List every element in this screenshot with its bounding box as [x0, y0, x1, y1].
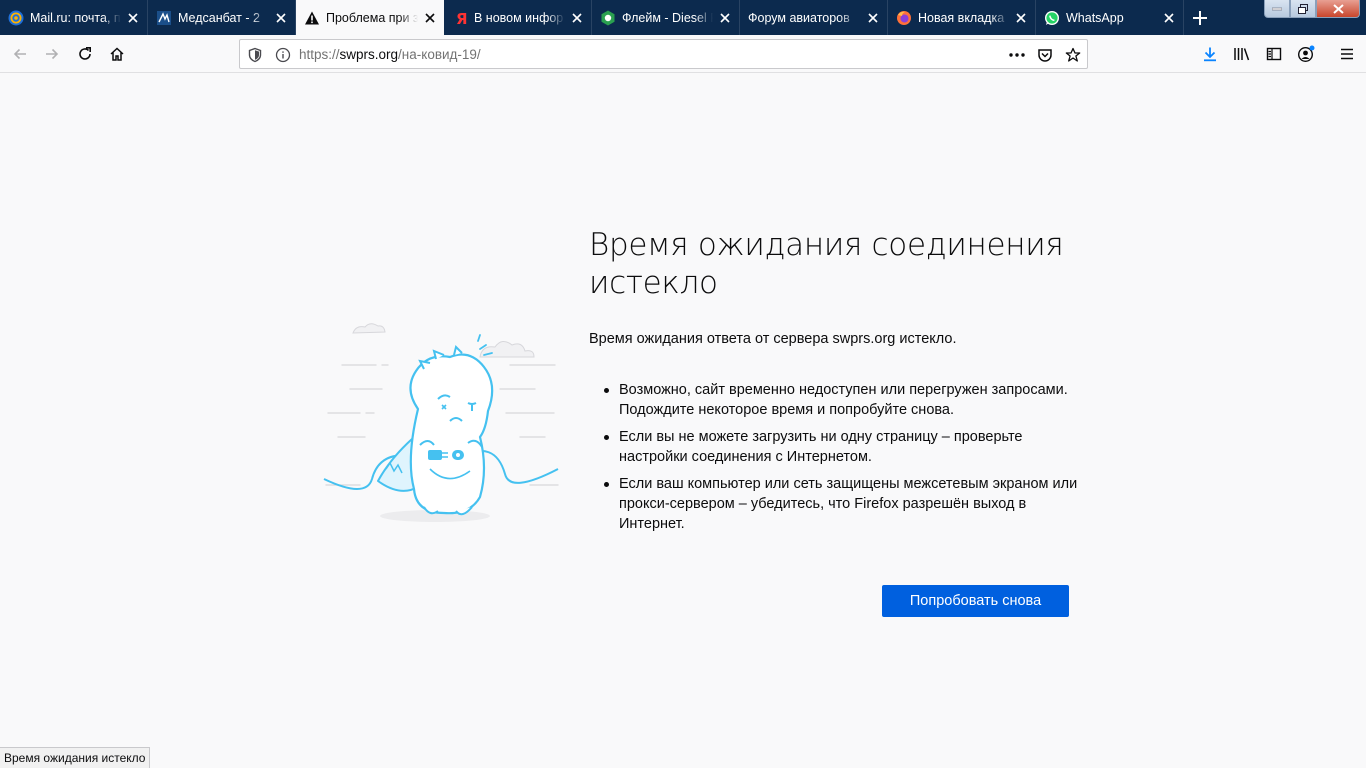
download-arrow-icon — [1204, 47, 1216, 62]
arrow-right-icon — [46, 48, 59, 60]
minimize-button[interactable] — [1264, 0, 1290, 18]
tab-medsanbat[interactable]: Медсанбат - 2 — [148, 0, 296, 35]
tab-aviators-forum[interactable]: Форум авиаторов — [740, 0, 888, 35]
tab-whatsapp[interactable]: WhatsApp — [1036, 0, 1184, 35]
close-tab-icon[interactable] — [717, 10, 733, 26]
svg-text:Я: Я — [456, 10, 468, 26]
downloads-button[interactable] — [1195, 39, 1225, 69]
tab-mailru[interactable]: Mail.ru: почта, п — [0, 0, 148, 35]
close-tab-icon[interactable] — [422, 10, 438, 26]
tab-strip: Mail.ru: почта, п Медсанбат - 2 Проблема… — [0, 0, 1366, 35]
navigation-toolbar: https://swprs.org/на-ковид-19/ — [0, 35, 1366, 73]
account-icon — [1297, 45, 1315, 63]
library-button[interactable] — [1227, 39, 1257, 69]
tab-title: WhatsApp — [1066, 10, 1124, 25]
close-tab-icon[interactable] — [1013, 10, 1029, 26]
hamburger-menu-icon — [1341, 48, 1353, 60]
reload-icon — [79, 47, 91, 60]
plus-icon — [1193, 10, 1207, 25]
forward-button[interactable] — [37, 39, 67, 69]
yandex-icon: Я — [452, 10, 468, 26]
library-icon — [1234, 48, 1250, 61]
close-tab-icon[interactable] — [273, 10, 289, 26]
maximize-button[interactable] — [1290, 0, 1316, 18]
error-title: Время ожидания соединения истекло — [589, 227, 1064, 301]
close-tab-icon[interactable] — [569, 10, 585, 26]
page-actions-icon[interactable] — [1008, 46, 1026, 64]
menu-button[interactable] — [1332, 39, 1362, 69]
tab-title: В новом инфор — [474, 10, 564, 25]
url-scheme: https:// — [299, 47, 340, 62]
tab-yandex[interactable]: Я В новом инфор — [444, 0, 592, 35]
url-path: /на-ковид-19/ — [398, 47, 481, 62]
reload-button[interactable] — [70, 39, 100, 69]
close-icon — [1332, 3, 1344, 14]
tab-title: Mail.ru: почта, п — [30, 10, 121, 25]
warning-icon — [304, 10, 320, 26]
sad-dinosaur-illustration — [323, 323, 559, 522]
url-host: swprs.org — [339, 47, 399, 62]
home-icon — [110, 47, 124, 61]
mailru-at-icon — [8, 10, 24, 26]
shield-icon[interactable] — [246, 46, 264, 64]
tab-active-error[interactable]: Проблема при з — [296, 0, 444, 35]
new-tab-button[interactable] — [1184, 0, 1216, 35]
close-tab-icon[interactable] — [125, 10, 141, 26]
list-item: Если ваш компьютер или сеть защищены меж… — [604, 474, 1084, 534]
window-controls — [1264, 0, 1360, 18]
error-suggestions-list: Возможно, сайт временно недоступен или п… — [604, 380, 1084, 541]
error-description: Время ожидания ответа от сервера swprs.o… — [589, 331, 957, 347]
error-page: Время ожидания соединения истекло Время … — [0, 74, 1366, 768]
close-tab-icon[interactable] — [1161, 10, 1177, 26]
list-item: Если вы не можете загрузить ни одну стра… — [604, 427, 1084, 467]
status-bar: Время ожидания истекло — [0, 747, 151, 768]
restore-icon — [1298, 3, 1308, 14]
diesel-icon — [600, 10, 616, 26]
arrow-left-icon — [13, 48, 26, 60]
firefox-icon — [896, 10, 912, 26]
tab-new-tab[interactable]: Новая вкладка — [888, 0, 1036, 35]
pocket-icon[interactable] — [1036, 46, 1054, 64]
account-button[interactable] — [1291, 39, 1321, 69]
list-item: Возможно, сайт временно недоступен или п… — [604, 380, 1084, 420]
sidebar-icon — [1266, 47, 1282, 61]
medsanbat-icon — [156, 10, 172, 26]
info-icon[interactable] — [274, 46, 292, 64]
minimize-icon — [1272, 7, 1282, 10]
tab-diesel[interactable]: Флейм - Diesel F — [592, 0, 740, 35]
bookmark-star-icon[interactable] — [1064, 46, 1082, 64]
address-bar[interactable]: https://swprs.org/на-ковид-19/ — [239, 39, 1088, 69]
sidebar-button[interactable] — [1259, 39, 1289, 69]
tab-title: Флейм - Diesel F — [622, 10, 713, 25]
tab-title: Новая вкладка — [918, 10, 1005, 25]
home-button[interactable] — [102, 39, 132, 69]
close-tab-icon[interactable] — [865, 10, 881, 26]
close-window-button[interactable] — [1316, 0, 1360, 18]
back-button[interactable] — [5, 39, 35, 69]
url-text[interactable]: https://swprs.org/на-ковид-19/ — [299, 47, 481, 62]
whatsapp-icon — [1044, 10, 1060, 26]
tab-title: Форум авиаторов — [748, 10, 850, 25]
tab-title: Медсанбат - 2 — [178, 10, 260, 25]
try-again-button[interactable]: Попробовать снова — [882, 585, 1069, 617]
tab-title: Проблема при з — [326, 10, 418, 25]
